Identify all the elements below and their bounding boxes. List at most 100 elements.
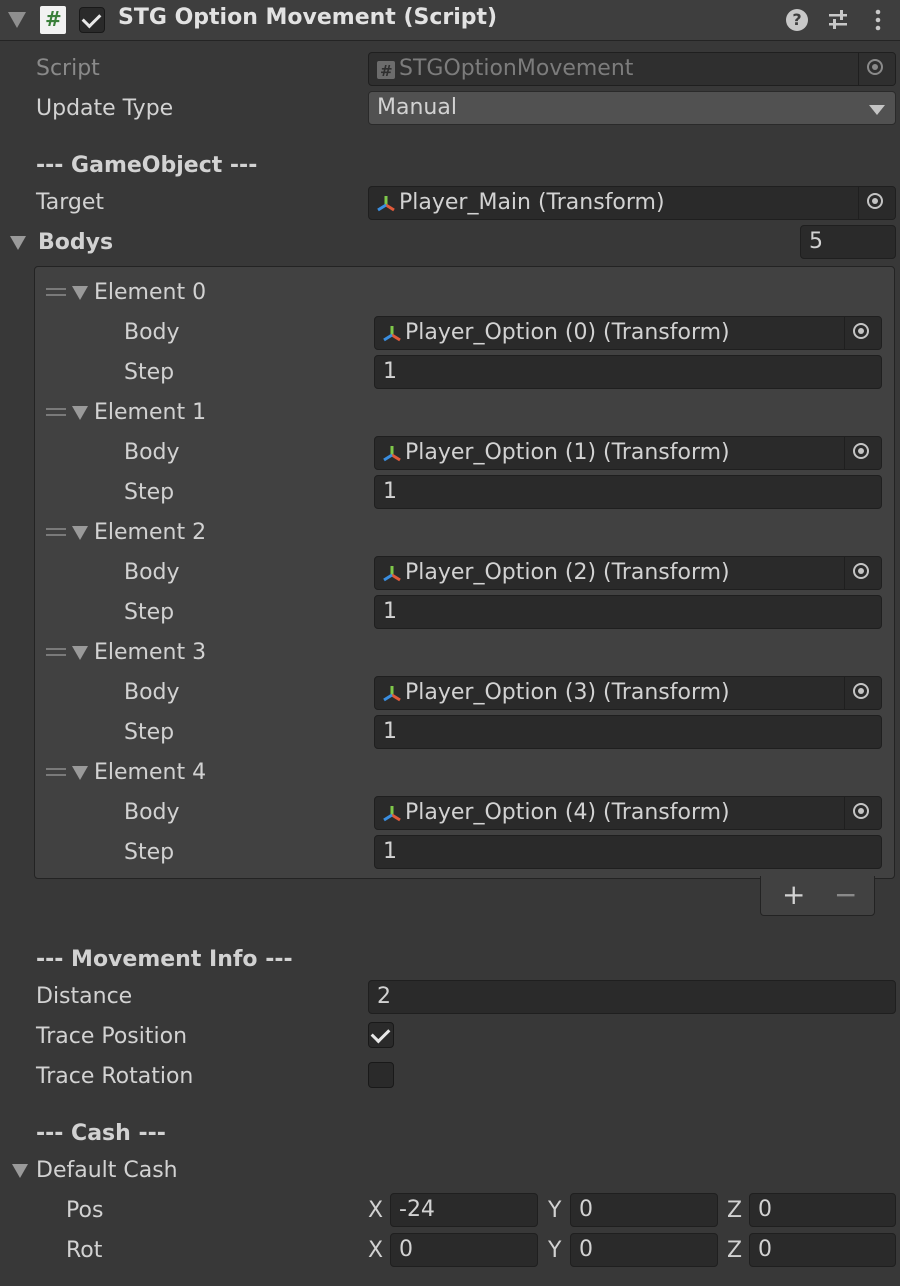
update-type-value: Manual [377, 95, 457, 120]
drag-handle-icon[interactable] [46, 768, 66, 776]
object-picker-icon[interactable] [844, 677, 881, 709]
pos-z-axis-label[interactable]: Z [727, 1198, 742, 1223]
body-field[interactable]: Player_Option (1) (Transform) [374, 436, 882, 470]
trace-position-checkbox[interactable] [368, 1022, 394, 1048]
gameobject-heading: --- GameObject --- [36, 153, 258, 178]
script-file-icon: # [377, 61, 395, 79]
checkmark-icon [370, 1023, 391, 1044]
update-type-dropdown[interactable]: Manual [368, 91, 896, 125]
body-label: Body [124, 320, 180, 345]
target-value: Player_Main (Transform) [399, 190, 665, 215]
transform-icon [383, 686, 401, 702]
rot-y-axis-label[interactable]: Y [548, 1238, 561, 1263]
element-label: Element 3 [94, 640, 207, 665]
rot-y-field[interactable]: 0 [570, 1233, 718, 1267]
bodys-foldout-arrow[interactable] [10, 236, 26, 250]
distance-field[interactable]: 2 [368, 980, 896, 1014]
body-value: Player_Option (3) (Transform) [405, 680, 730, 705]
body-label: Body [124, 560, 180, 585]
pos-x-field[interactable]: -24 [390, 1193, 538, 1227]
body-label: Body [124, 800, 180, 825]
pos-x-axis-label[interactable]: X [368, 1198, 383, 1223]
object-picker-icon[interactable] [844, 797, 881, 829]
drag-handle-icon[interactable] [46, 408, 66, 416]
element-label: Element 4 [94, 760, 207, 785]
distance-label: Distance [36, 984, 133, 1009]
drag-handle-icon[interactable] [46, 288, 66, 296]
step-field[interactable]: 1 [374, 835, 882, 869]
transform-icon [383, 566, 401, 582]
rot-z-field[interactable]: 0 [749, 1233, 896, 1267]
rot-z-axis-label[interactable]: Z [727, 1238, 742, 1263]
question-icon[interactable]: ? [786, 9, 808, 31]
sliders-icon[interactable] [826, 8, 850, 32]
trace-rotation-label: Trace Rotation [36, 1064, 194, 1089]
body-label: Body [124, 440, 180, 465]
transform-icon [383, 326, 401, 342]
step-label: Step [124, 720, 175, 745]
object-picker-icon[interactable] [844, 317, 881, 349]
bodys-size-field[interactable]: 5 [800, 225, 896, 259]
drag-handle-icon[interactable] [46, 528, 66, 536]
cash-heading: --- Cash --- [36, 1121, 166, 1146]
add-element-button[interactable]: + [782, 878, 805, 911]
pos-y-axis-label[interactable]: Y [548, 1198, 561, 1223]
step-label: Step [124, 480, 175, 505]
element-foldout-arrow[interactable] [72, 286, 88, 300]
element-foldout-arrow[interactable] [72, 646, 88, 660]
step-label: Step [124, 840, 175, 865]
element-label: Element 2 [94, 520, 207, 545]
step-field[interactable]: 1 [374, 715, 882, 749]
list-footer: + − [760, 876, 875, 916]
body-field[interactable]: Player_Option (0) (Transform) [374, 316, 882, 350]
element-foldout-arrow[interactable] [72, 526, 88, 540]
body-value: Player_Option (4) (Transform) [405, 800, 730, 825]
element-foldout-arrow[interactable] [72, 766, 88, 780]
script-field[interactable]: # STGOptionMovement [368, 52, 896, 86]
component-title: STG Option Movement (Script) [118, 5, 498, 30]
object-picker-icon[interactable] [844, 437, 881, 469]
drag-handle-icon[interactable] [46, 648, 66, 656]
pos-label: Pos [66, 1198, 104, 1223]
movement-heading: --- Movement Info --- [36, 947, 293, 972]
object-picker-icon[interactable] [858, 53, 895, 85]
bodys-label: Bodys [38, 230, 114, 255]
script-label: Script [36, 56, 100, 81]
rot-label: Rot [66, 1238, 103, 1263]
kebab-menu-icon[interactable] [866, 8, 890, 32]
step-field[interactable]: 1 [374, 355, 882, 389]
component-foldout-arrow[interactable] [8, 12, 26, 28]
svg-text:#: # [380, 62, 393, 79]
element-label: Element 0 [94, 280, 207, 305]
rot-x-axis-label[interactable]: X [368, 1238, 383, 1263]
body-field[interactable]: Player_Option (4) (Transform) [374, 796, 882, 830]
body-field[interactable]: Player_Option (2) (Transform) [374, 556, 882, 590]
trace-rotation-checkbox[interactable] [368, 1062, 394, 1088]
script-value: STGOptionMovement [399, 56, 634, 81]
element-label: Element 1 [94, 400, 207, 425]
element-foldout-arrow[interactable] [72, 406, 88, 420]
transform-icon [383, 446, 401, 462]
step-label: Step [124, 600, 175, 625]
body-field[interactable]: Player_Option (3) (Transform) [374, 676, 882, 710]
body-value: Player_Option (2) (Transform) [405, 560, 730, 585]
remove-element-button[interactable]: − [834, 878, 857, 911]
body-value: Player_Option (1) (Transform) [405, 440, 730, 465]
object-picker-icon[interactable] [858, 187, 895, 219]
default-cash-label: Default Cash [36, 1158, 178, 1183]
pos-y-field[interactable]: 0 [570, 1193, 718, 1227]
step-label: Step [124, 360, 175, 385]
transform-icon [383, 806, 401, 822]
step-field[interactable]: 1 [374, 595, 882, 629]
trace-position-label: Trace Position [36, 1024, 188, 1049]
checkmark-icon [81, 8, 102, 29]
rot-x-field[interactable]: 0 [390, 1233, 538, 1267]
target-field[interactable]: Player_Main (Transform) [368, 186, 896, 220]
step-field[interactable]: 1 [374, 475, 882, 509]
transform-icon [377, 196, 395, 212]
component-enabled-checkbox[interactable] [79, 7, 105, 33]
script-icon: # [40, 6, 66, 34]
pos-z-field[interactable]: 0 [749, 1193, 896, 1227]
object-picker-icon[interactable] [844, 557, 881, 589]
default-cash-foldout-arrow[interactable] [12, 1164, 28, 1178]
